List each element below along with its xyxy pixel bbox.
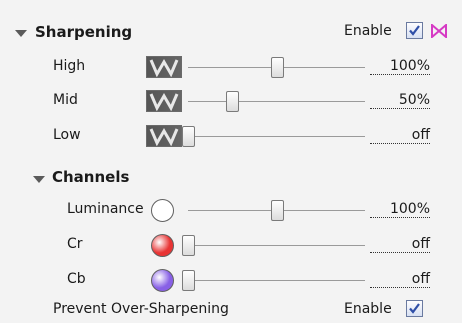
collapse-triangle-icon[interactable] <box>33 176 45 183</box>
prevent-oversharpening-label: Prevent Over-Sharpening <box>53 301 229 317</box>
prevent-enable-label: Enable <box>344 301 392 317</box>
slider-track <box>188 101 365 102</box>
slider-thumb[interactable] <box>226 91 240 112</box>
sharpening-enable-checkbox[interactable] <box>406 22 423 39</box>
sharpness-preview-icon <box>146 90 182 112</box>
slider-track <box>188 280 365 281</box>
slider-track <box>188 136 365 137</box>
collapse-triangle-icon[interactable] <box>15 30 27 37</box>
channel-label: Cr <box>67 236 83 252</box>
channels-title: Channels <box>52 168 130 186</box>
slider-thumb[interactable] <box>270 200 284 221</box>
sharpening-title: Sharpening <box>35 23 133 41</box>
slider-value[interactable]: off <box>370 236 430 253</box>
channel-label: Luminance <box>67 201 144 217</box>
slider-thumb[interactable] <box>182 235 195 256</box>
sharpening-panel: Sharpening Enable High 100% Mid 50% Low off C… <box>0 0 462 323</box>
slider-thumb[interactable] <box>270 57 284 78</box>
channel-label: Cb <box>67 271 86 287</box>
channel-color-icon <box>151 269 174 292</box>
slider-label: Mid <box>53 92 78 108</box>
slider-label: High <box>53 58 86 74</box>
sharpness-preview-icon <box>146 56 182 78</box>
slider-value[interactable]: off <box>370 127 430 144</box>
slider-thumb[interactable] <box>182 270 195 291</box>
slider-value[interactable]: 100% <box>370 201 430 218</box>
channel-color-icon <box>151 199 174 222</box>
bowtie-icon[interactable] <box>431 22 447 42</box>
checkmark-icon <box>409 303 420 314</box>
slider-track <box>188 245 365 246</box>
slider-value[interactable]: 100% <box>370 58 430 75</box>
channel-color-icon <box>151 234 174 257</box>
sharpness-preview-icon <box>146 125 182 147</box>
prevent-enable-checkbox[interactable] <box>406 300 423 317</box>
sharpening-enable-label: Enable <box>344 23 392 39</box>
slider-label: Low <box>53 127 81 143</box>
slider-thumb[interactable] <box>182 126 195 147</box>
slider-value[interactable]: 50% <box>370 92 430 109</box>
checkmark-icon <box>409 25 420 36</box>
slider-value[interactable]: off <box>370 271 430 288</box>
